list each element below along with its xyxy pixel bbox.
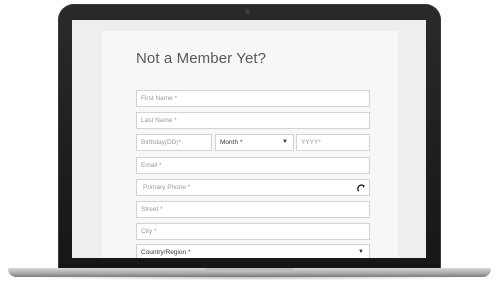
email-field[interactable]: Email *: [136, 157, 370, 174]
month-select-value: Month *: [220, 139, 243, 146]
last-name-field[interactable]: Last Name *: [136, 112, 370, 129]
chevron-down-icon: ▼: [282, 139, 288, 145]
birthday-day-field[interactable]: Birthday(DD)*: [136, 134, 212, 151]
city-field[interactable]: City *: [136, 223, 370, 240]
first-name-field[interactable]: First Name *: [136, 90, 370, 107]
birthday-year-field[interactable]: YYYY*: [296, 134, 370, 151]
refresh-icon[interactable]: [353, 180, 369, 195]
chevron-down-icon: ▼: [358, 249, 364, 255]
primary-phone-field[interactable]: Primary Phone *: [136, 179, 370, 196]
birthday-month-select[interactable]: Month * ▼: [215, 134, 294, 151]
laptop-shadow: [20, 276, 479, 280]
laptop-notch: [205, 268, 293, 272]
form-title: Not a Member Yet?: [136, 50, 267, 67]
country-region-select[interactable]: Country/Region * ▼: [136, 244, 370, 258]
signup-form: Not a Member Yet? First Name * Last Name…: [102, 31, 398, 258]
webcam: [245, 9, 250, 14]
laptop-screen: Not a Member Yet? First Name * Last Name…: [72, 20, 426, 258]
country-select-value: Country/Region *: [141, 249, 191, 256]
street-field[interactable]: Street *: [136, 201, 370, 218]
phone-placeholder: Primary Phone *: [143, 184, 191, 191]
